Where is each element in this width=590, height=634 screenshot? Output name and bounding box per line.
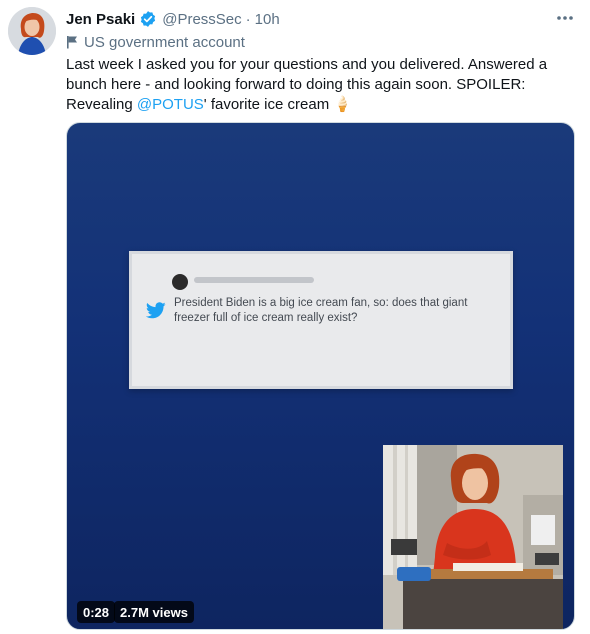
speaker-video-inset <box>383 445 563 629</box>
author-avatar[interactable] <box>8 7 56 55</box>
embedded-tweet-text: President Biden is a big ice cream fan, … <box>174 297 468 324</box>
tweet-header: Jen Psaki @PressSec · 10h <box>66 8 280 30</box>
video-duration: 0:28 <box>77 601 116 623</box>
twitter-bird-icon <box>145 302 166 324</box>
verified-badge-icon <box>139 10 157 28</box>
video-player[interactable]: President Biden is a big ice cream fan, … <box>66 122 575 630</box>
author-name[interactable]: Jen Psaki <box>66 11 135 28</box>
flag-icon <box>66 35 78 49</box>
author-handle[interactable]: @PressSec <box>162 11 241 28</box>
video-view-count: 2.7M views <box>114 601 194 623</box>
tweet-timestamp[interactable]: 10h <box>255 11 280 28</box>
label-text: US government account <box>84 33 245 51</box>
embedded-blurred-name <box>194 277 314 283</box>
embedded-avatar <box>172 274 188 290</box>
tweet-body: Last week I asked you for your questions… <box>66 55 576 115</box>
more-options-icon[interactable] <box>552 8 578 28</box>
tweet-text-end: ' favorite ice cream <box>203 96 330 113</box>
government-account-label[interactable]: US government account <box>66 32 245 52</box>
mention-link[interactable]: @POTUS <box>137 96 204 113</box>
ice-cream-emoji: 🍦 <box>333 96 353 113</box>
embedded-tweet-card: President Biden is a big ice cream fan, … <box>129 251 513 389</box>
separator-dot: · <box>245 10 251 28</box>
